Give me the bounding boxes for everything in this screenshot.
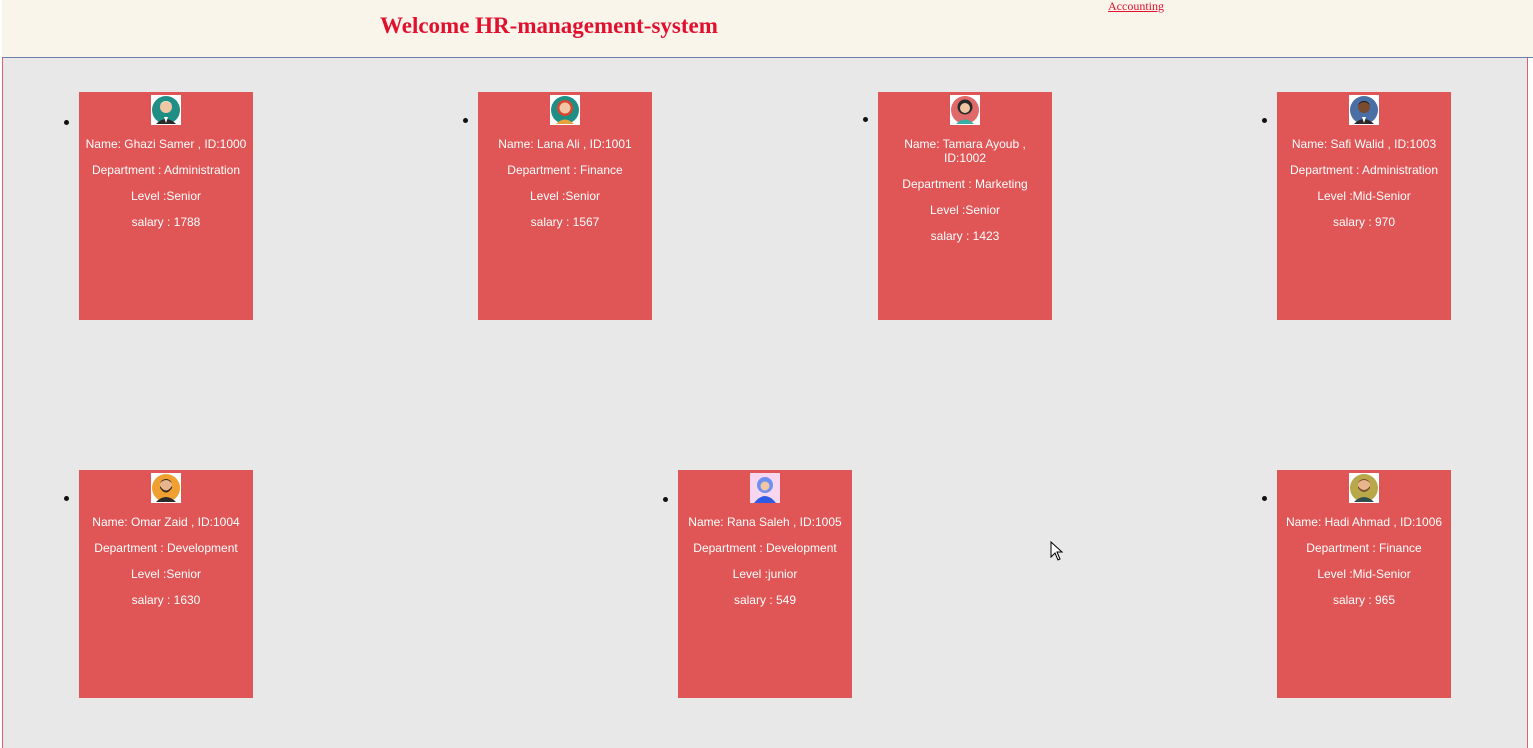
avatar-woman-red-hair-icon xyxy=(550,95,580,125)
employee-salary: salary : 965 xyxy=(1332,593,1396,607)
employee-list: Name: Ghazi Samer , ID:1000 Department :… xyxy=(2,58,1528,748)
avatar-woman-dark-hair-icon xyxy=(950,95,980,125)
employee-department: Department : Development xyxy=(94,541,238,555)
mouse-cursor-icon xyxy=(1050,541,1064,561)
employee-name: Name: Ghazi Samer , ID:1000 xyxy=(85,137,247,151)
employee-name: Name: Lana Ali , ID:1001 xyxy=(498,137,632,151)
avatar-woman-hijab-icon xyxy=(750,473,780,503)
employee-department: Department : Development xyxy=(693,541,837,555)
employee-salary: salary : 549 xyxy=(733,593,797,607)
avatar-man-glasses-icon xyxy=(1349,473,1379,503)
employee-level: Level :Mid-Senior xyxy=(1317,567,1411,581)
list-bullet xyxy=(1262,118,1267,123)
employee-level: Level :Senior xyxy=(929,203,1001,217)
employee-department: Department : Finance xyxy=(1306,541,1422,555)
employee-level: Level :Mid-Senior xyxy=(1317,189,1411,203)
list-bullet xyxy=(64,496,69,501)
avatar-man-suit-icon xyxy=(1349,95,1379,125)
employee-level: Level :Senior xyxy=(130,567,202,581)
list-bullet xyxy=(863,117,868,122)
employee-name: Name: Hadi Ahmad , ID:1006 xyxy=(1285,515,1443,529)
employee-department: Department : Marketing xyxy=(902,177,1028,191)
employee-name: Name: Safi Walid , ID:1003 xyxy=(1291,137,1437,151)
avatar-old-man-icon xyxy=(151,95,181,125)
employee-salary: salary : 1788 xyxy=(131,215,201,229)
list-bullet xyxy=(1262,496,1267,501)
employee-level: Level :junior xyxy=(732,567,798,581)
employee-card[interactable]: Name: Rana Saleh , ID:1005 Department : … xyxy=(678,470,852,698)
employee-salary: salary : 970 xyxy=(1332,215,1396,229)
employee-card[interactable]: Name: Tamara Ayoub , ID:1002 Department … xyxy=(878,92,1052,320)
employee-name: Name: Omar Zaid , ID:1004 xyxy=(92,515,240,529)
employee-salary: salary : 1423 xyxy=(930,229,1000,243)
employee-salary: salary : 1567 xyxy=(530,215,600,229)
list-bullet xyxy=(64,120,69,125)
employee-card[interactable]: Name: Safi Walid , ID:1003 Department : … xyxy=(1277,92,1451,320)
employee-department: Department : Administration xyxy=(1289,163,1439,177)
employee-department: Department : Finance xyxy=(507,163,623,177)
employee-level: Level :Senior xyxy=(130,189,202,203)
page-title: Welcome HR-management-system xyxy=(380,13,718,38)
employee-level: Level :Senior xyxy=(529,189,601,203)
employee-name: Name: Rana Saleh , ID:1005 xyxy=(688,515,842,529)
employee-card[interactable]: Name: Ghazi Samer , ID:1000 Department :… xyxy=(79,92,253,320)
employee-department: Department : Administration xyxy=(91,163,241,177)
employee-card[interactable]: Name: Lana Ali , ID:1001 Department : Fi… xyxy=(478,92,652,320)
list-bullet xyxy=(663,497,668,502)
list-bullet xyxy=(463,118,468,123)
employee-card[interactable]: Name: Hadi Ahmad , ID:1006 Department : … xyxy=(1277,470,1451,698)
header: Welcome HR-management-system Accounting xyxy=(2,0,1533,58)
avatar-man-beard-icon xyxy=(151,473,181,503)
employee-card[interactable]: Name: Omar Zaid , ID:1004 Department : D… xyxy=(79,470,253,698)
accounting-link[interactable]: Accounting xyxy=(1108,0,1164,14)
employee-name: Name: Tamara Ayoub , ID:1002 xyxy=(904,137,1026,165)
page: Welcome HR-management-system Accounting … xyxy=(0,0,1533,748)
employee-salary: salary : 1630 xyxy=(131,593,201,607)
